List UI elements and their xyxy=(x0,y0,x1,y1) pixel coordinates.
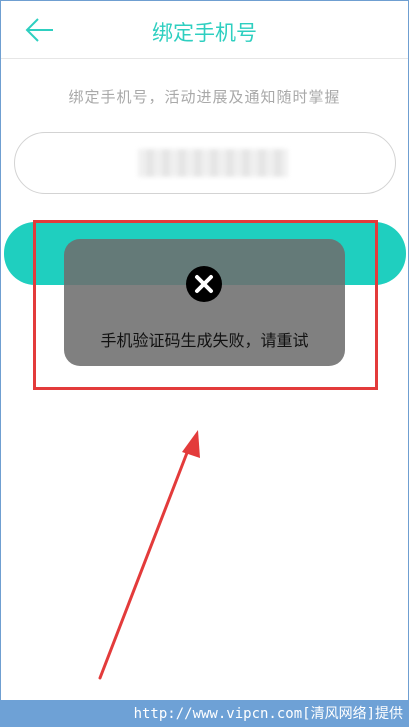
phone-number-field[interactable] xyxy=(14,132,396,194)
close-circle-icon xyxy=(186,266,222,302)
watermark-bar: http://www.vipcn.com[清风网络]提供 xyxy=(0,700,409,727)
watermark-text: http://www.vipcn.com[清风网络]提供 xyxy=(133,706,403,722)
bind-phone-hint: 绑定手机号，活动进展及通知随时掌握 xyxy=(68,88,341,106)
phone-number-blurred xyxy=(138,149,288,177)
top-bar: 绑定手机号 xyxy=(1,1,408,59)
page-title: 绑定手机号 xyxy=(152,21,257,45)
toast-message: 手机验证码生成失败，请重试 xyxy=(100,331,309,350)
error-toast: 手机验证码生成失败，请重试 xyxy=(64,239,345,366)
